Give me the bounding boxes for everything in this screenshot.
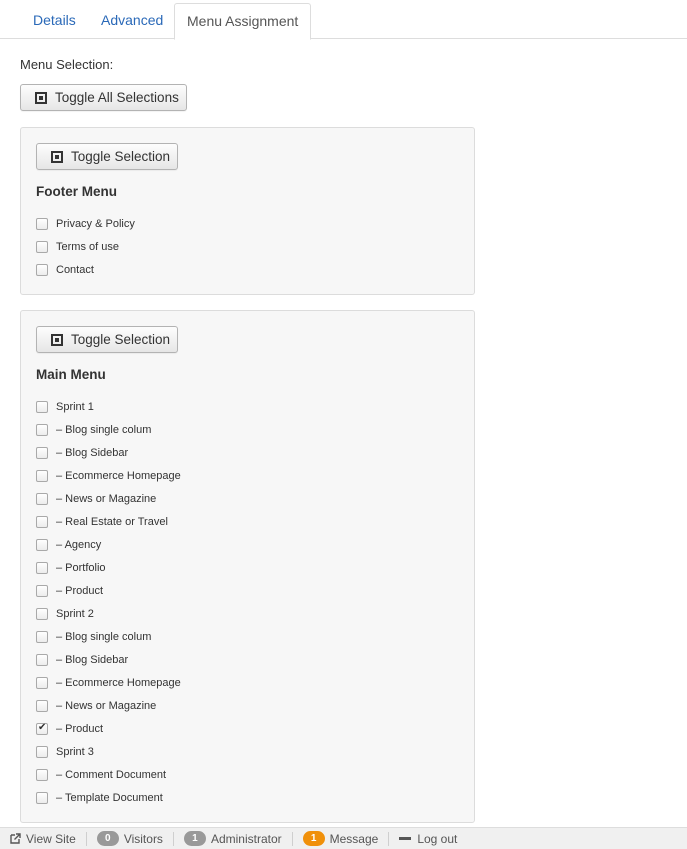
view-site-link[interactable]: View Site [0, 831, 87, 846]
toggle-selection-label: Toggle Selection [71, 332, 171, 347]
menu-item-checkbox[interactable] [36, 768, 48, 781]
menu-item-row[interactable]: – Product [36, 579, 181, 602]
external-link-icon [10, 833, 21, 844]
message-count-badge: 1 [302, 831, 325, 846]
menu-item-label: – News or Magazine [56, 492, 157, 505]
administrator-link[interactable]: 1 Administrator [174, 831, 293, 846]
logout-link[interactable]: Log out [389, 832, 467, 846]
menu-item-label: Terms of use [56, 240, 119, 253]
menu-item-row[interactable]: Sprint 2 [36, 602, 181, 625]
message-label: Message [329, 831, 379, 846]
toggle-selection-button-footer[interactable]: Toggle Selection [36, 143, 178, 170]
menu-item-checkbox[interactable] [36, 653, 48, 666]
menu-item-checkbox[interactable] [36, 515, 48, 528]
menu-item-label: Sprint 2 [56, 607, 94, 620]
menu-item-row[interactable]: Terms of use [36, 235, 135, 258]
menu-item-label: Sprint 1 [56, 400, 94, 413]
menu-item-row[interactable]: – Comment Document [36, 763, 181, 786]
menu-item-label: – Ecommerce Homepage [56, 469, 181, 482]
menu-item-label: – Blog single colum [56, 423, 152, 436]
menu-item-checkbox[interactable] [36, 446, 48, 459]
menu-item-row[interactable]: – Portfolio [36, 556, 181, 579]
menu-item-row[interactable]: – Agency [36, 533, 181, 556]
menu-item-checkbox[interactable] [36, 630, 48, 643]
menu-item-label: – Blog single colum [56, 630, 152, 643]
menu-item-checkbox[interactable] [36, 561, 48, 574]
message-link[interactable]: 1 Message [293, 831, 390, 846]
toggle-square-icon [51, 333, 63, 346]
visitors-link[interactable]: 0 Visitors [87, 831, 174, 846]
menu-item-checkbox[interactable] [36, 469, 48, 482]
menu-item-row[interactable]: – News or Magazine [36, 694, 181, 717]
menu-item-checkbox[interactable] [36, 676, 48, 689]
main-menu-title: Main Menu [36, 367, 106, 382]
footer-menu-items: Privacy & Policy Terms of use Contact [36, 212, 135, 281]
tab-bar: Details Advanced Menu Assignment [0, 0, 687, 40]
menu-item-checkbox[interactable] [36, 217, 48, 230]
footer-menu-title: Footer Menu [36, 184, 117, 199]
tab-details[interactable]: Details [21, 3, 88, 39]
tab-menu-assignment[interactable]: Menu Assignment [174, 3, 312, 40]
menu-item-checkbox[interactable] [36, 263, 48, 276]
status-bar: View Site 0 Visitors 1 Administrator 1 M… [0, 827, 687, 849]
menu-item-label: – Agency [56, 538, 102, 551]
menu-item-row[interactable]: – Ecommerce Homepage [36, 464, 181, 487]
administrator-count-badge: 1 [183, 831, 206, 846]
tab-advanced[interactable]: Advanced [89, 3, 175, 39]
logout-label: Log out [417, 831, 458, 846]
menu-item-row[interactable]: – Blog Sidebar [36, 441, 181, 464]
menu-item-row[interactable]: – Product [36, 717, 181, 740]
menu-item-row[interactable]: – News or Magazine [36, 487, 181, 510]
menu-item-label: – Portfolio [56, 561, 106, 574]
menu-item-label: – News or Magazine [56, 699, 157, 712]
toggle-all-selections-button[interactable]: Toggle All Selections [20, 84, 187, 111]
menu-item-row[interactable]: – Template Document [36, 786, 181, 809]
menu-item-row[interactable]: Sprint 1 [36, 395, 181, 418]
menu-item-checkbox[interactable] [36, 423, 48, 436]
menu-item-checkbox[interactable] [36, 699, 48, 712]
menu-item-row[interactable]: – Blog single colum [36, 418, 181, 441]
toggle-all-label: Toggle All Selections [55, 90, 179, 105]
menu-item-label: Sprint 3 [56, 745, 94, 758]
menu-item-row[interactable]: Sprint 3 [36, 740, 181, 763]
menu-item-checkbox[interactable] [36, 584, 48, 597]
menu-item-checkbox[interactable] [36, 791, 48, 804]
menu-item-label: – Template Document [56, 791, 163, 804]
menu-item-row[interactable]: – Real Estate or Travel [36, 510, 181, 533]
menu-item-label: – Ecommerce Homepage [56, 676, 181, 689]
toggle-selection-label: Toggle Selection [71, 149, 171, 164]
toggle-square-icon [51, 150, 63, 163]
menu-item-label: – Product [56, 584, 104, 597]
menu-item-checkbox[interactable] [36, 722, 48, 735]
visitors-count-badge: 0 [96, 831, 119, 846]
menu-item-checkbox[interactable] [36, 745, 48, 758]
menu-item-row[interactable]: – Blog single colum [36, 625, 181, 648]
menu-item-checkbox[interactable] [36, 607, 48, 620]
menu-item-row[interactable]: – Ecommerce Homepage [36, 671, 181, 694]
menu-item-label: – Comment Document [56, 768, 167, 781]
footer-menu-panel: Toggle Selection Footer Menu Privacy & P… [20, 127, 475, 295]
menu-item-row[interactable]: – Blog Sidebar [36, 648, 181, 671]
main-menu-panel: Toggle Selection Main Menu Sprint 1 – Blo… [20, 310, 475, 823]
menu-item-label: – Blog Sidebar [56, 653, 129, 666]
menu-item-row[interactable]: Privacy & Policy [36, 212, 135, 235]
toggle-selection-button-main[interactable]: Toggle Selection [36, 326, 178, 353]
administrator-label: Administrator [210, 831, 282, 846]
menu-item-label: – Blog Sidebar [56, 446, 129, 459]
menu-item-checkbox[interactable] [36, 492, 48, 505]
visitors-label: Visitors [123, 831, 163, 846]
menu-item-label: Contact [56, 263, 94, 276]
menu-item-label: Privacy & Policy [56, 217, 135, 230]
menu-item-label: – Real Estate or Travel [56, 515, 168, 528]
menu-selection-label: Menu Selection: [20, 57, 114, 72]
menu-item-checkbox[interactable] [36, 538, 48, 551]
menu-item-row[interactable]: Contact [36, 258, 135, 281]
menu-item-checkbox[interactable] [36, 400, 48, 413]
minus-icon [399, 837, 412, 840]
menu-item-label: – Product [56, 722, 104, 735]
view-site-label: View Site [26, 831, 76, 846]
menu-item-checkbox[interactable] [36, 240, 48, 253]
toggle-square-icon [35, 91, 47, 104]
main-menu-items: Sprint 1 – Blog single colum – Blog Sideba… [36, 395, 181, 809]
